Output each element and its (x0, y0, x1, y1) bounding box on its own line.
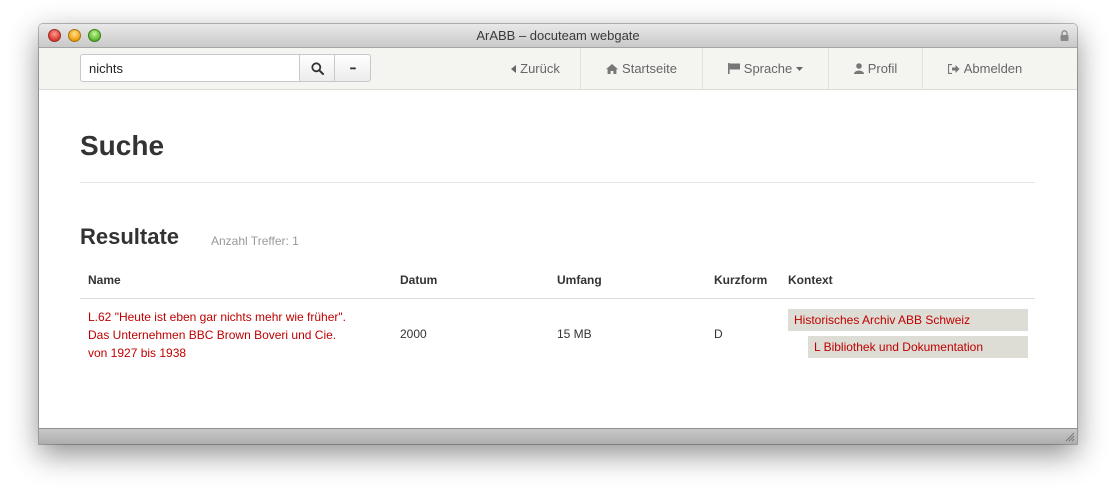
advanced-search-button[interactable]: ••• (335, 54, 371, 82)
page-title: Suche (80, 130, 165, 161)
table-header-divider (80, 298, 1035, 299)
result-datum: 2000 (400, 327, 427, 341)
nav-home-label: Startseite (622, 61, 677, 76)
window-title: ArABB – docuteam webgate (476, 28, 640, 43)
nav-profile-label: Profil (867, 61, 898, 76)
search-button[interactable] (299, 54, 335, 82)
search-icon (310, 61, 324, 75)
nav-language-dropdown[interactable]: Sprache (703, 48, 829, 89)
ellipsis-icon: ••• (349, 63, 356, 73)
result-title-link[interactable]: L.62 "Heute ist eben gar nichts mehr wie… (88, 308, 348, 362)
column-header-kontext: Kontext (788, 273, 833, 287)
chevron-down-icon (796, 66, 804, 71)
column-header-umfang[interactable]: Umfang (557, 273, 602, 287)
context-link-library[interactable]: L Bibliothek und Dokumentation (808, 336, 1028, 358)
resize-grip-icon[interactable] (1065, 432, 1075, 442)
browser-window: ArABB – docuteam webgate ••• Zurück Star… (39, 24, 1077, 444)
navbar: ••• Zurück Startseite Sprache Profil (39, 48, 1077, 90)
nav-language-label: Sprache (743, 61, 793, 76)
user-icon (853, 63, 864, 74)
nav-logout-label: Abmelden (963, 61, 1023, 76)
result-umfang: 15 MB (557, 327, 592, 341)
main-content: Suche Resultate Anzahl Treffer: 1 Name D… (39, 90, 1077, 428)
title-bar: ArABB – docuteam webgate (39, 24, 1077, 48)
nav-logout[interactable]: Abmelden (923, 48, 1047, 89)
flag-icon (727, 63, 740, 74)
home-icon (606, 63, 619, 74)
column-header-name[interactable]: Name (88, 273, 121, 287)
nav-back-label: Zurück (520, 61, 560, 76)
results-title: Resultate (80, 224, 180, 249)
lock-icon (1060, 30, 1069, 41)
nav-menu: Zurück Startseite Sprache Profil Abmelde… (491, 48, 1047, 89)
nav-back[interactable]: Zurück (491, 48, 581, 89)
status-bar (39, 428, 1077, 444)
divider (80, 182, 1035, 183)
hit-count: Anzahl Treffer: 1 (211, 234, 299, 248)
nav-profile[interactable]: Profil (829, 48, 923, 89)
result-kurzform: D (714, 327, 723, 341)
context-link-archive[interactable]: Historisches Archiv ABB Schweiz (788, 309, 1028, 331)
sign-out-icon (947, 63, 960, 74)
nav-home[interactable]: Startseite (581, 48, 703, 89)
column-header-kurzform[interactable]: Kurzform (714, 273, 767, 287)
caret-left-icon (511, 64, 517, 73)
search-input[interactable] (80, 54, 299, 82)
column-header-datum[interactable]: Datum (400, 273, 437, 287)
